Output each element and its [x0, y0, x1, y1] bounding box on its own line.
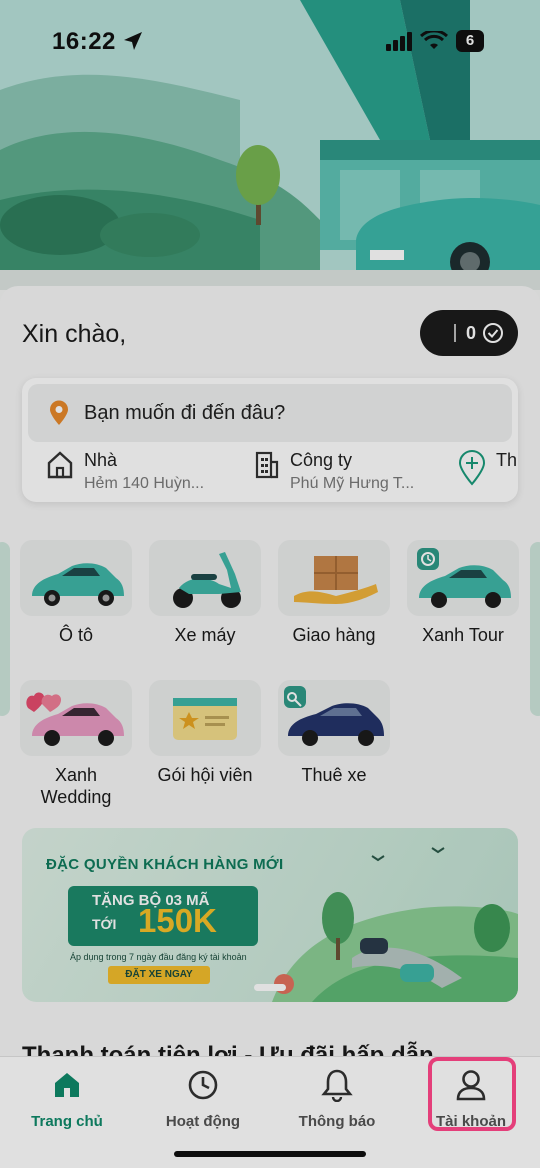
- check-circle-icon: [483, 323, 503, 343]
- home-indicator: [174, 1151, 366, 1157]
- destination-search[interactable]: Bạn muốn đi đến đâu?: [28, 384, 512, 442]
- points-value: 0: [465, 322, 476, 343]
- shortcut-home[interactable]: Nhà Hẻm 140 Huỳn...: [46, 450, 204, 494]
- service-label: Gói hội viên: [157, 765, 253, 785]
- divider: [453, 324, 456, 342]
- rental-car-icon: [278, 680, 390, 756]
- shortcut-add[interactable]: Th: [458, 450, 518, 494]
- package-icon: [278, 540, 390, 616]
- service-xanh-wedding[interactable]: Xanh Wedding: [20, 680, 132, 808]
- home-icon: [55, 1073, 79, 1097]
- carousel-indicator: [254, 984, 286, 991]
- service-label: Ô tô: [58, 625, 93, 645]
- service-label: Xanh Wedding: [40, 765, 112, 807]
- tab-label: Hoạt động: [165, 1113, 241, 1130]
- service-motorbike[interactable]: Xe máy: [149, 540, 261, 646]
- clock-icon: [188, 1070, 218, 1100]
- tab-notifications[interactable]: Thông báo: [282, 1067, 392, 1130]
- battery-level: 6: [465, 32, 475, 49]
- shortcut-home-address: Hẻm 140 Huỳn...: [84, 475, 205, 492]
- membership-card-icon: [149, 680, 261, 756]
- destination-card: Bạn muốn đi đến đâu? Nhà Hẻm 140 Huỳn...…: [22, 378, 518, 502]
- battery-icon: 6: [456, 30, 484, 52]
- wifi-icon: [420, 31, 448, 49]
- tab-account-highlight: [428, 1057, 516, 1131]
- tab-label: Thông báo: [298, 1113, 376, 1130]
- status-bar: 16:22 6: [0, 28, 540, 56]
- carousel-prev-peek[interactable]: [0, 542, 10, 716]
- location-pin-icon: [50, 400, 68, 425]
- banner-amount: 150K: [138, 902, 217, 939]
- shortcut-work-label: Công ty: [290, 450, 353, 470]
- book-now-button[interactable]: ĐẶT XE NGAY: [108, 966, 210, 984]
- service-label: Thuê xe: [301, 765, 367, 785]
- banner-line2: TỚI: [92, 916, 117, 932]
- shortcut-add-label: Th: [496, 450, 518, 470]
- service-delivery[interactable]: Giao hàng: [278, 540, 390, 646]
- shortcut-home-label: Nhà: [84, 450, 118, 470]
- points-button[interactable]: 0: [420, 310, 518, 356]
- tab-label: Trang chủ: [31, 1113, 103, 1130]
- clock: 16:22: [52, 28, 116, 55]
- greeting: Xin chào,: [22, 320, 127, 348]
- service-membership[interactable]: Gói hội viên: [149, 680, 261, 786]
- service-xanh-tour[interactable]: Xanh Tour: [407, 540, 519, 646]
- service-label: Xanh Tour: [422, 625, 504, 645]
- bell-icon: [321, 1069, 353, 1102]
- signal-icon: [386, 32, 412, 51]
- shortcut-work-address: Phú Mỹ Hưng T...: [290, 475, 415, 492]
- tour-car-icon: [407, 540, 519, 616]
- banner-note: Áp dụng trong 7 ngày đầu đăng ký tài kho…: [70, 952, 247, 962]
- home-icon: [47, 451, 73, 479]
- destination-placeholder: Bạn muốn đi đến đâu?: [84, 401, 286, 424]
- car-icon: [20, 540, 132, 616]
- shortcut-work[interactable]: Công ty Phú Mỹ Hưng T...: [254, 450, 414, 494]
- add-location-icon: [458, 450, 486, 486]
- service-label: Xe máy: [174, 625, 236, 645]
- office-building-icon: [255, 451, 279, 479]
- tab-activity[interactable]: Hoạt động: [148, 1067, 258, 1130]
- wedding-car-icon: [20, 680, 132, 756]
- location-arrow-icon: [124, 32, 142, 50]
- service-rental[interactable]: Thuê xe: [278, 680, 390, 786]
- motorbike-icon: [149, 540, 261, 616]
- service-label: Giao hàng: [292, 625, 376, 645]
- tab-home[interactable]: Trang chủ: [12, 1067, 122, 1130]
- service-car[interactable]: Ô tô: [20, 540, 132, 646]
- banner-title: ĐẶC QUYỀN KHÁCH HÀNG MỚI: [46, 856, 284, 873]
- promo-banner[interactable]: ĐẶC QUYỀN KHÁCH HÀNG MỚI TẶNG BỘ 03 MÃ T…: [22, 828, 518, 1002]
- header-illustration: 16:22 6: [0, 0, 540, 290]
- carousel-next-peek[interactable]: [530, 542, 540, 716]
